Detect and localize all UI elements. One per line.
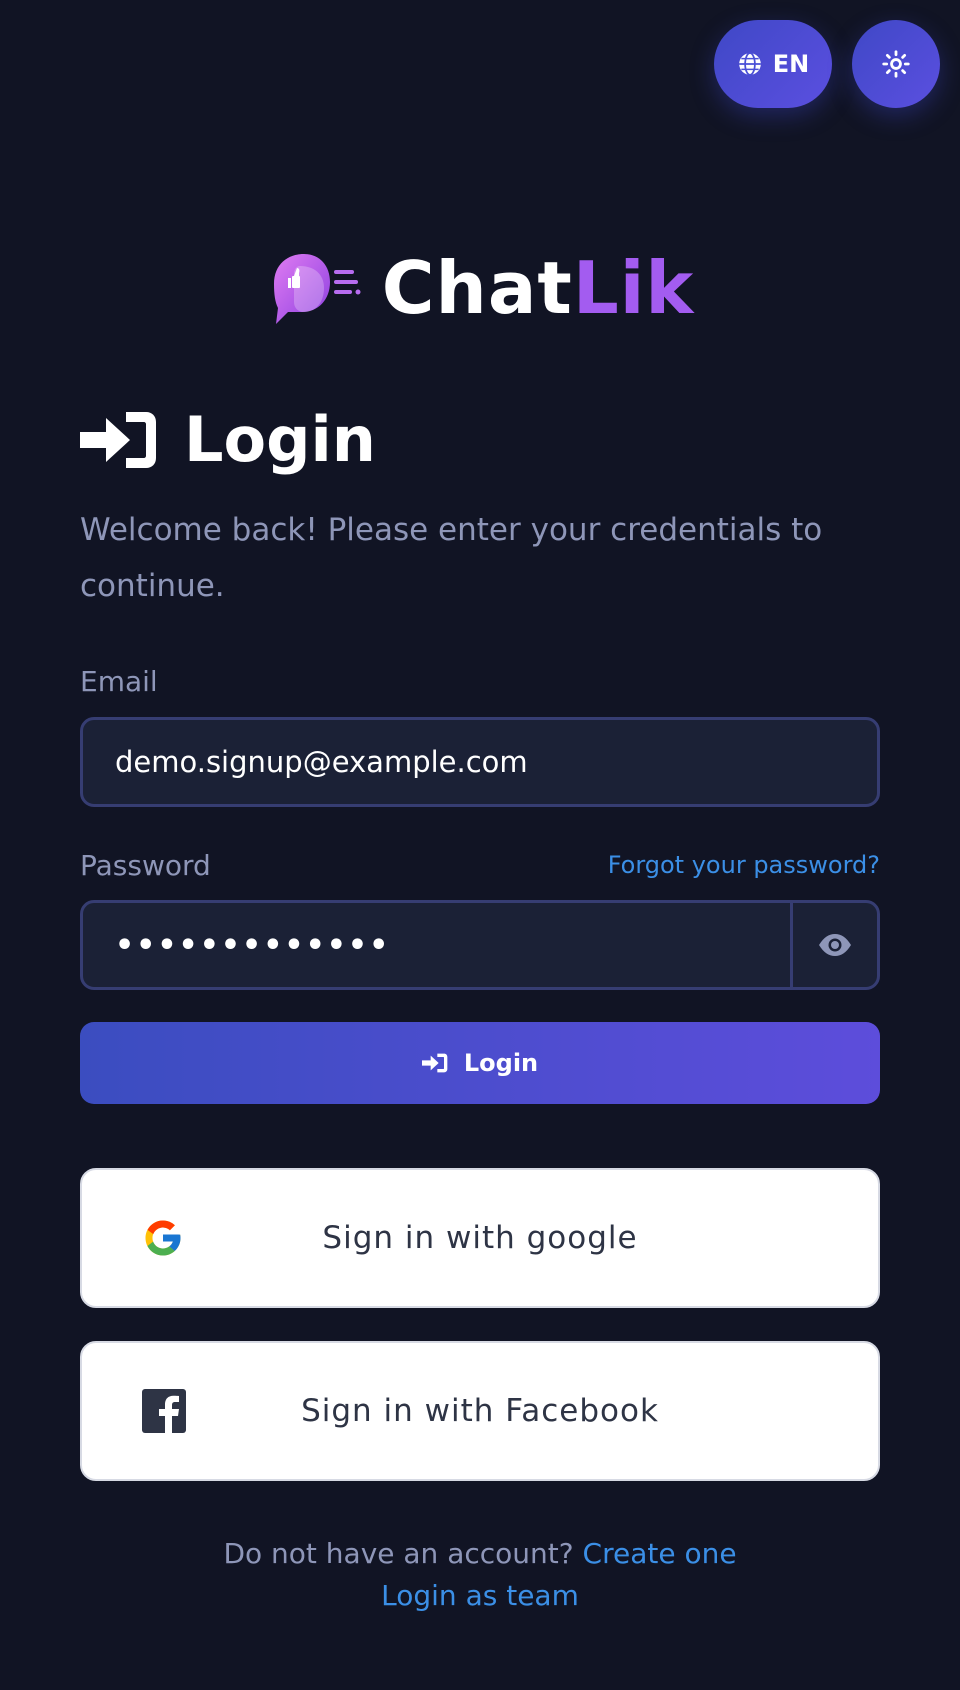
password-label-row: Password Forgot your password?: [80, 845, 880, 885]
login-footer: Do not have an account? Create one Login…: [80, 1533, 880, 1617]
chat-bubble-logo-icon: [266, 250, 362, 326]
app-logo: ChatLik: [0, 250, 960, 326]
email-input[interactable]: demo.signup@example.com: [80, 717, 880, 807]
create-account-link[interactable]: Create one: [583, 1537, 737, 1570]
page-title: Login: [184, 403, 376, 476]
google-icon: [142, 1217, 184, 1259]
logo-wordmark-part2: Lik: [572, 246, 695, 330]
login-subtitle: Welcome back! Please enter your credenti…: [80, 512, 823, 604]
login-heading: Login: [80, 400, 880, 480]
language-button[interactable]: EN: [714, 20, 832, 108]
facebook-signin-button[interactable]: Sign in with Facebook: [80, 1341, 880, 1481]
forgot-password-link[interactable]: Forgot your password?: [608, 851, 880, 879]
facebook-icon: [142, 1389, 186, 1433]
globe-icon: [737, 51, 763, 77]
toggle-password-visibility-button[interactable]: [790, 903, 877, 987]
logo-wordmark-part1: Chat: [381, 246, 573, 330]
theme-toggle-button[interactable]: [852, 20, 940, 108]
login-submit-button[interactable]: Login: [80, 1022, 880, 1104]
sign-in-icon: [80, 410, 158, 470]
no-account-text: Do not have an account?: [223, 1537, 574, 1570]
login-as-team-link[interactable]: Login as team: [381, 1579, 579, 1612]
logo-wordmark: ChatLik: [382, 252, 695, 324]
sun-icon: [882, 50, 910, 78]
google-signin-button[interactable]: Sign in with google: [80, 1168, 880, 1308]
google-signin-label: Sign in with google: [322, 1220, 638, 1256]
signup-prompt: Do not have an account? Create one: [80, 1533, 880, 1575]
email-label: Email: [80, 665, 158, 698]
password-label: Password: [80, 848, 211, 882]
login-card: Login Welcome back! Please enter your cr…: [80, 400, 880, 1617]
login-submit-label: Login: [463, 1049, 539, 1077]
top-controls: EN: [714, 20, 940, 108]
email-input-value: demo.signup@example.com: [115, 745, 528, 779]
facebook-signin-label: Sign in with Facebook: [301, 1393, 659, 1429]
password-field-group: •••••••••••••: [80, 900, 880, 990]
password-input[interactable]: •••••••••••••: [83, 903, 790, 987]
team-login-row: Login as team: [80, 1575, 880, 1617]
eye-icon: [818, 933, 852, 957]
password-input-value: •••••••••••••: [115, 927, 391, 963]
language-label: EN: [772, 50, 810, 78]
sign-in-icon: [421, 1053, 448, 1073]
